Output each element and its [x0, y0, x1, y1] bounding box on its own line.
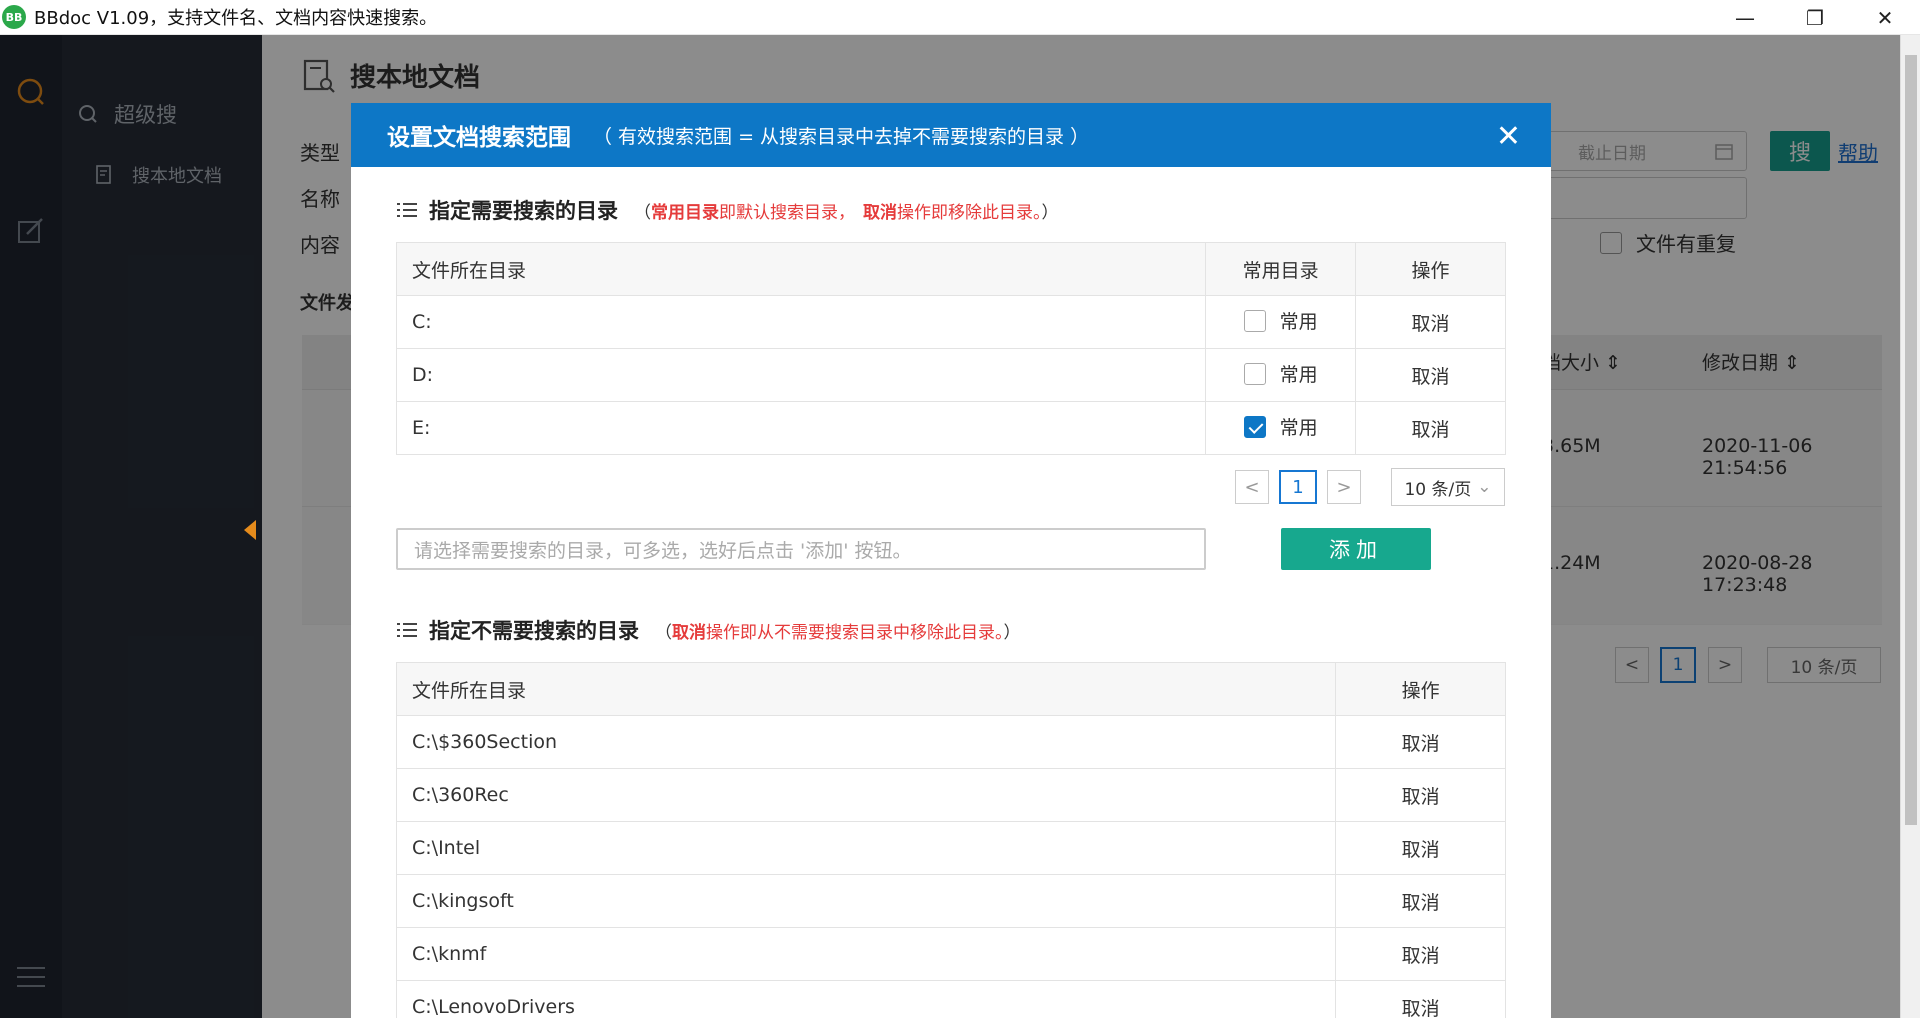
favorite-cell: 常用 — [1205, 401, 1357, 455]
cancel-link[interactable]: 取消 — [1355, 295, 1506, 349]
restore-button[interactable]: ❐ — [1780, 0, 1850, 35]
cancel-link[interactable]: 取消 — [1335, 821, 1506, 875]
directory-path: C:\kingsoft — [395, 874, 1337, 928]
favorite-checkbox[interactable]: 常用 — [1243, 360, 1318, 387]
include-section-title: 指定需要搜索的目录 （常用目录即默认搜索目录， 取消操作即移除此目录。） — [397, 195, 1059, 225]
favorite-cell: 常用 — [1205, 348, 1357, 402]
cancel-link[interactable]: 取消 — [1355, 348, 1506, 402]
directory-path: C: — [395, 295, 1207, 349]
cancel-link[interactable]: 取消 — [1335, 715, 1506, 769]
exclude-section-title: 指定不需要搜索的目录 （取消操作即从不需要搜索目录中移除此目录。） — [397, 615, 1021, 645]
favorite-cell: 常用 — [1205, 295, 1357, 349]
collapse-arrow-icon[interactable] — [244, 520, 256, 540]
list-icon — [397, 202, 417, 218]
table-row: E: 常用 取消 — [395, 401, 1506, 455]
column-header: 操作 — [1335, 662, 1506, 716]
directory-path: C:\knmf — [395, 927, 1337, 981]
cancel-link[interactable]: 取消 — [1335, 980, 1506, 1018]
table-row: C:\kingsoft 取消 — [395, 874, 1506, 928]
exclude-table: 文件所在目录 操作 C:\$360Section 取消 C:\360Rec 取消… — [395, 662, 1506, 1018]
favorite-checkbox[interactable]: 常用 — [1243, 307, 1318, 334]
minimize-button[interactable]: — — [1710, 0, 1780, 35]
column-header: 常用目录 — [1205, 242, 1357, 296]
list-icon — [397, 622, 417, 638]
section-heading: 指定需要搜索的目录 — [429, 199, 618, 223]
app-icon: BB — [2, 5, 26, 29]
table-row: C:\$360Section 取消 — [395, 715, 1506, 769]
dialog-subtitle: （ 有效搜索范围 = 从搜索目录中去掉不需要搜索的目录 ） — [593, 125, 1090, 148]
page-size-value: 10 条/页 — [1404, 479, 1472, 500]
cancel-link[interactable]: 取消 — [1335, 874, 1506, 928]
cancel-link[interactable]: 取消 — [1335, 768, 1506, 822]
prev-page-button[interactable]: < — [1235, 470, 1269, 504]
column-header: 操作 — [1355, 242, 1506, 296]
checkbox-label: 常用 — [1279, 417, 1318, 440]
chevron-down-icon: ⌄ — [1477, 477, 1492, 497]
table-row: C: 常用 取消 — [395, 295, 1506, 349]
dialog-header: 设置文档搜索范围 （ 有效搜索范围 = 从搜索目录中去掉不需要搜索的目录 ） ✕ — [351, 103, 1551, 167]
table-row: C:\LenovoDrivers 取消 — [395, 980, 1506, 1018]
table-header-row: 文件所在目录 常用目录 操作 — [395, 242, 1506, 296]
table-row: C:\knmf 取消 — [395, 927, 1506, 981]
search-scope-dialog: 设置文档搜索范围 （ 有效搜索范围 = 从搜索目录中去掉不需要搜索的目录 ） ✕… — [351, 103, 1551, 1018]
table-row: C:\360Rec 取消 — [395, 768, 1506, 822]
cancel-link[interactable]: 取消 — [1355, 401, 1506, 455]
checkbox-box — [1243, 362, 1266, 385]
checkbox-checked — [1243, 415, 1266, 438]
page-size-select[interactable]: 10 条/页 ⌄ — [1391, 468, 1505, 506]
directory-path: C:\LenovoDrivers — [395, 980, 1337, 1018]
cancel-link[interactable]: 取消 — [1335, 927, 1506, 981]
column-header: 文件所在目录 — [395, 242, 1207, 296]
checkbox-label: 常用 — [1279, 311, 1318, 334]
exclude-note: （取消操作即从不需要搜索目录中移除此目录。） — [655, 622, 1021, 643]
next-page-button[interactable]: > — [1327, 470, 1361, 504]
table-header-row: 文件所在目录 操作 — [395, 662, 1506, 716]
window-title: BBdoc V1.09，支持文件名、文档内容快速搜索。 — [34, 8, 438, 29]
column-header: 文件所在目录 — [395, 662, 1337, 716]
directory-path: C:\$360Section — [395, 715, 1337, 769]
directory-path: C:\Intel — [395, 821, 1337, 875]
checkbox-label: 常用 — [1279, 364, 1318, 387]
directory-path: E: — [395, 401, 1207, 455]
checkbox-box — [1243, 309, 1266, 332]
directory-input-placeholder: 请选择需要搜索的目录，可多选，选好后点击 '添加' 按钮。 — [414, 539, 912, 562]
add-button[interactable]: 添加 — [1281, 528, 1431, 570]
include-pager: < 1 > 10 条/页 ⌄ — [1235, 468, 1505, 506]
include-note: （常用目录即默认搜索目录， 取消操作即移除此目录。） — [634, 202, 1059, 223]
include-table: 文件所在目录 常用目录 操作 C: 常用 取消 D: 常用 取消 E: 常用 取… — [395, 242, 1506, 455]
directory-path: C:\360Rec — [395, 768, 1337, 822]
scrollbar-thumb[interactable] — [1905, 55, 1917, 825]
window-controls: — ❐ ✕ — [1710, 0, 1920, 35]
close-window-button[interactable]: ✕ — [1850, 0, 1920, 35]
page-scrollbar[interactable] — [1900, 35, 1920, 1018]
dialog-title: 设置文档搜索范围 — [387, 125, 571, 151]
section-heading: 指定不需要搜索的目录 — [429, 619, 639, 643]
directory-path: D: — [395, 348, 1207, 402]
directory-input[interactable]: 请选择需要搜索的目录，可多选，选好后点击 '添加' 按钮。 — [396, 528, 1206, 570]
table-row: D: 常用 取消 — [395, 348, 1506, 402]
page-number[interactable]: 1 — [1279, 470, 1317, 504]
table-row: C:\Intel 取消 — [395, 821, 1506, 875]
title-bar: BB BBdoc V1.09，支持文件名、文档内容快速搜索。 — ❐ ✕ — [0, 0, 1920, 35]
close-icon[interactable]: ✕ — [1496, 119, 1521, 154]
favorite-checkbox[interactable]: 常用 — [1243, 413, 1318, 440]
